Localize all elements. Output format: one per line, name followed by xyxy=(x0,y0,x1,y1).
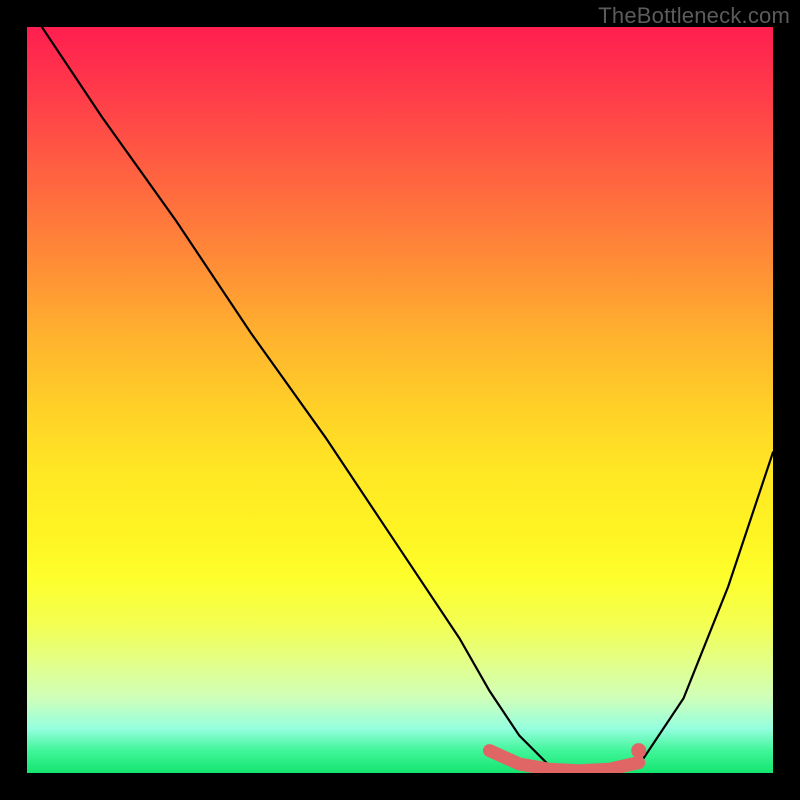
chart-frame: TheBottleneck.com xyxy=(0,0,800,800)
gradient-plot-area xyxy=(27,27,773,773)
watermark-text: TheBottleneck.com xyxy=(598,3,790,29)
